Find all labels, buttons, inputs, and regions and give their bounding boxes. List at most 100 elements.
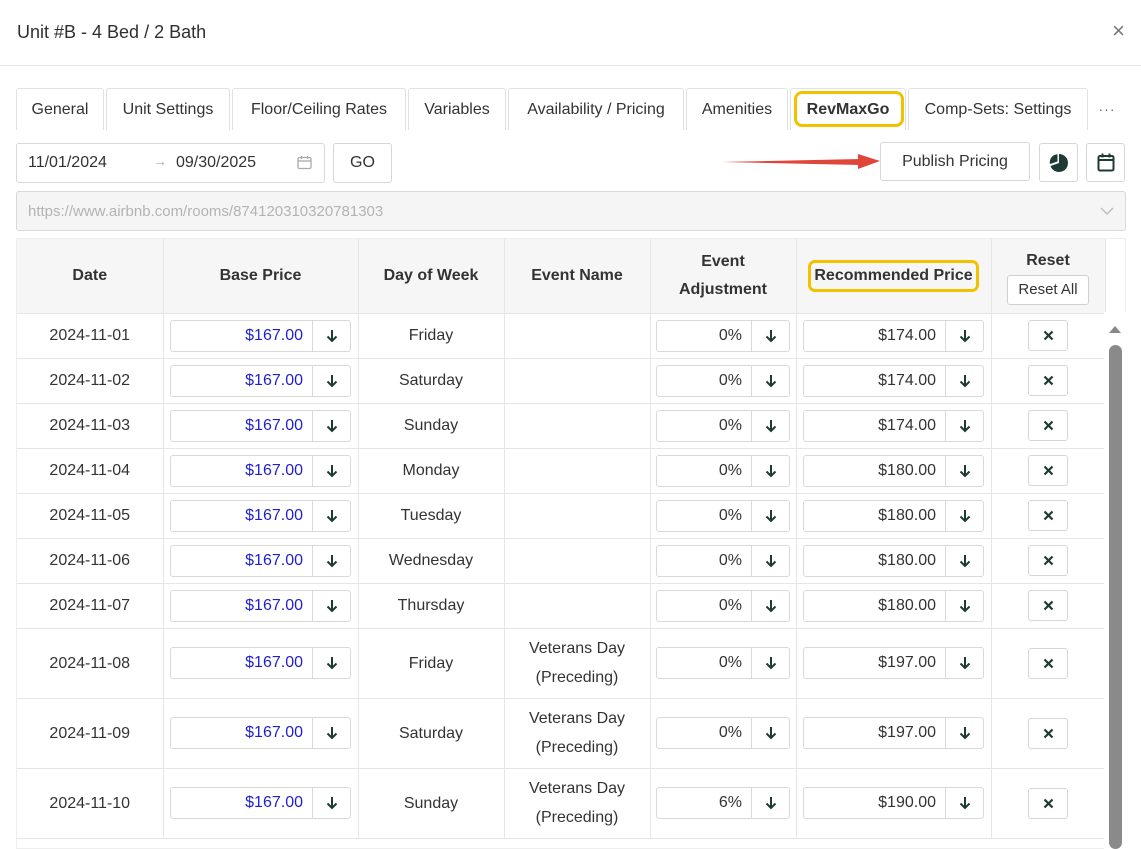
recommended-price-input[interactable]: $180.00 — [803, 544, 984, 577]
base-price-input[interactable]: $167.00 — [170, 544, 351, 577]
base-price-value[interactable]: $167.00 — [171, 366, 312, 396]
arrow-down-icon[interactable] — [945, 545, 983, 576]
end-date[interactable]: 09/30/2025 — [176, 154, 256, 172]
arrow-down-icon[interactable] — [312, 455, 350, 486]
event-adjustment-input[interactable]: 0% — [656, 717, 790, 749]
reset-row-button[interactable] — [1028, 717, 1068, 749]
arrow-down-icon[interactable] — [751, 718, 789, 748]
recommended-price-value[interactable]: $197.00 — [804, 648, 945, 678]
event-adjustment-value[interactable]: 0% — [657, 411, 751, 441]
recommended-price-input[interactable]: $180.00 — [803, 454, 984, 487]
event-adjustment-input[interactable]: 0% — [656, 364, 790, 397]
arrow-down-icon[interactable] — [751, 590, 789, 621]
arrow-down-icon[interactable] — [312, 365, 350, 396]
arrow-down-icon[interactable] — [751, 320, 789, 351]
base-price-input[interactable]: $167.00 — [170, 454, 351, 487]
arrow-down-icon[interactable] — [312, 410, 350, 441]
reset-all-button[interactable]: Reset All — [1007, 274, 1089, 305]
arrow-down-icon[interactable] — [751, 365, 789, 396]
arrow-down-icon[interactable] — [312, 718, 350, 748]
event-adjustment-value[interactable]: 0% — [657, 366, 751, 396]
arrow-down-icon[interactable] — [312, 545, 350, 576]
arrow-down-icon[interactable] — [312, 500, 350, 531]
arrow-down-icon[interactable] — [945, 455, 983, 486]
tab-floor-ceiling-rates[interactable]: Floor/Ceiling Rates — [232, 88, 406, 130]
base-price-input[interactable]: $167.00 — [170, 409, 351, 442]
tab-revmaxgo[interactable]: RevMaxGo — [790, 88, 906, 130]
arrow-down-icon[interactable] — [751, 410, 789, 441]
recommended-price-input[interactable]: $174.00 — [803, 364, 984, 397]
recommended-price-value[interactable]: $174.00 — [804, 411, 945, 441]
event-adjustment-value[interactable]: 0% — [657, 718, 751, 748]
arrow-down-icon[interactable] — [945, 718, 983, 748]
recommended-price-input[interactable]: $197.00 — [803, 717, 984, 749]
more-tabs-icon[interactable]: ··· — [1090, 88, 1124, 130]
event-adjustment-input[interactable]: 0% — [656, 454, 790, 487]
base-price-value[interactable]: $167.00 — [171, 456, 312, 486]
tab-variables[interactable]: Variables — [408, 88, 506, 130]
event-adjustment-input[interactable]: 0% — [656, 647, 790, 679]
event-adjustment-input[interactable]: 6% — [656, 787, 790, 819]
arrow-down-icon[interactable] — [945, 410, 983, 441]
recommended-price-value[interactable]: $180.00 — [804, 591, 945, 621]
base-price-value[interactable]: $167.00 — [171, 411, 312, 441]
reset-row-button[interactable] — [1028, 455, 1068, 486]
recommended-price-input[interactable]: $190.00 — [803, 787, 984, 819]
go-button[interactable]: GO — [333, 143, 392, 183]
event-adjustment-value[interactable]: 6% — [657, 788, 751, 818]
pie-chart-button[interactable] — [1039, 143, 1078, 182]
tab-comp-sets-settings[interactable]: Comp-Sets: Settings — [908, 88, 1088, 130]
base-price-value[interactable]: $167.00 — [171, 546, 312, 576]
event-adjustment-value[interactable]: 0% — [657, 456, 751, 486]
event-adjustment-input[interactable]: 0% — [656, 319, 790, 352]
scrollbar-thumb[interactable] — [1109, 345, 1122, 849]
event-adjustment-input[interactable]: 0% — [656, 499, 790, 532]
reset-row-button[interactable] — [1028, 410, 1068, 441]
event-adjustment-input[interactable]: 0% — [656, 589, 790, 622]
base-price-input[interactable]: $167.00 — [170, 647, 351, 679]
arrow-down-icon[interactable] — [751, 648, 789, 678]
recommended-price-value[interactable]: $180.00 — [804, 501, 945, 531]
tab-amenities[interactable]: Amenities — [686, 88, 788, 130]
reset-row-button[interactable] — [1028, 365, 1068, 396]
reset-row-button[interactable] — [1028, 590, 1068, 621]
arrow-down-icon[interactable] — [945, 648, 983, 678]
arrow-down-icon[interactable] — [945, 320, 983, 351]
arrow-down-icon[interactable] — [751, 545, 789, 576]
base-price-value[interactable]: $167.00 — [171, 648, 312, 678]
date-range-picker[interactable]: 11/01/2024 → 09/30/2025 — [16, 143, 325, 183]
base-price-input[interactable]: $167.00 — [170, 717, 351, 749]
arrow-down-icon[interactable] — [312, 648, 350, 678]
event-adjustment-value[interactable]: 0% — [657, 546, 751, 576]
close-icon[interactable]: × — [1112, 20, 1125, 42]
recommended-price-value[interactable]: $190.00 — [804, 788, 945, 818]
base-price-input[interactable]: $167.00 — [170, 319, 351, 352]
base-price-value[interactable]: $167.00 — [171, 718, 312, 748]
base-price-input[interactable]: $167.00 — [170, 589, 351, 622]
recommended-price-value[interactable]: $180.00 — [804, 546, 945, 576]
reset-row-button[interactable] — [1028, 545, 1068, 576]
tab-unit-settings[interactable]: Unit Settings — [106, 88, 230, 130]
recommended-price-input[interactable]: $180.00 — [803, 589, 984, 622]
recommended-price-input[interactable]: $180.00 — [803, 499, 984, 532]
event-adjustment-value[interactable]: 0% — [657, 321, 751, 351]
reset-row-button[interactable] — [1028, 647, 1068, 679]
arrow-down-icon[interactable] — [751, 500, 789, 531]
arrow-down-icon[interactable] — [945, 590, 983, 621]
arrow-down-icon[interactable] — [945, 365, 983, 396]
listing-url-select[interactable]: https://www.airbnb.com/rooms/87412031032… — [16, 191, 1126, 231]
event-adjustment-value[interactable]: 0% — [657, 501, 751, 531]
base-price-input[interactable]: $167.00 — [170, 499, 351, 532]
tab-general[interactable]: General — [16, 88, 104, 130]
recommended-price-value[interactable]: $197.00 — [804, 718, 945, 748]
base-price-input[interactable]: $167.00 — [170, 364, 351, 397]
arrow-down-icon[interactable] — [312, 788, 350, 818]
scroll-up-icon[interactable] — [1109, 326, 1121, 333]
arrow-down-icon[interactable] — [751, 455, 789, 486]
publish-pricing-button[interactable]: Publish Pricing — [880, 142, 1030, 181]
recommended-price-input[interactable]: $197.00 — [803, 647, 984, 679]
recommended-price-input[interactable]: $174.00 — [803, 319, 984, 352]
base-price-value[interactable]: $167.00 — [171, 501, 312, 531]
recommended-price-value[interactable]: $174.00 — [804, 366, 945, 396]
event-adjustment-input[interactable]: 0% — [656, 544, 790, 577]
